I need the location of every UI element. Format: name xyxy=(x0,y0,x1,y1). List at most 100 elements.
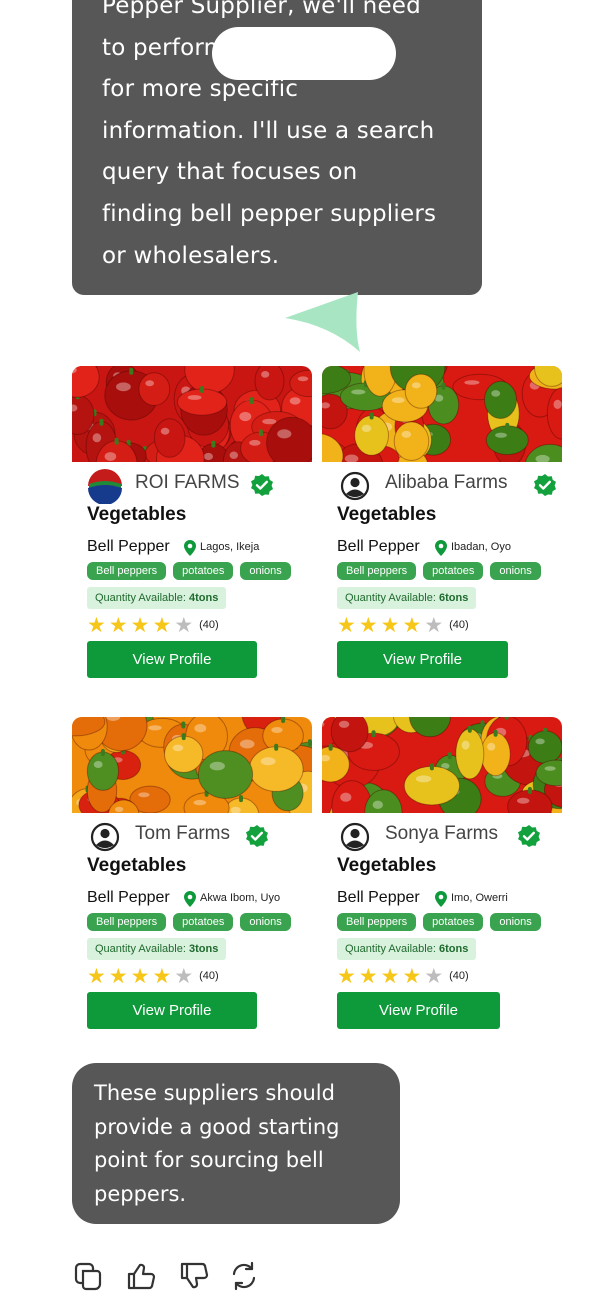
star-icon: ★ xyxy=(130,964,150,988)
mixed-bell-peppers-photo xyxy=(322,717,562,813)
star-icon: ★ xyxy=(87,964,106,988)
product-tag: onions xyxy=(240,562,291,580)
star-icon: ★ xyxy=(174,613,194,637)
location-pin-icon xyxy=(184,891,196,907)
star-icon: ★ xyxy=(358,613,378,637)
tag-list: Bell peppers potatoes onions xyxy=(337,562,541,580)
location-text: Imo, Owerri xyxy=(451,892,508,904)
copy-icon[interactable] xyxy=(72,1260,104,1292)
location-text: Akwa Ibom, Uyo xyxy=(200,892,281,904)
mixed-bell-peppers-photo xyxy=(322,366,562,462)
star-icon: ★ xyxy=(380,613,400,637)
message-line: or wholesalers. xyxy=(102,242,280,269)
review-count: (40) xyxy=(199,970,219,982)
message-line: point for sourcing bell xyxy=(94,1148,324,1172)
farm-name: ROI FARMS xyxy=(135,472,240,493)
verified-badge-icon xyxy=(517,824,541,848)
category-label: Vegetables xyxy=(87,855,187,876)
user-avatar-icon xyxy=(337,819,373,855)
product-tag: Bell peppers xyxy=(337,913,417,931)
message-line: Pepper Supplier, we'll need xyxy=(102,0,421,19)
tag-list: Bell peppers potatoes onions xyxy=(87,913,291,931)
review-count: (40) xyxy=(199,619,219,631)
farm-name: Alibaba Farms xyxy=(385,472,508,493)
farm-name: Tom Farms xyxy=(135,823,230,844)
rating-stars: ★ ★ ★ ★ ★ (40) xyxy=(87,965,219,987)
orange-bell-peppers-photo xyxy=(72,717,312,813)
product-tag: potatoes xyxy=(173,913,234,931)
user-avatar-icon xyxy=(87,819,123,855)
roi-farms-logo xyxy=(87,468,123,505)
assistant-message-bottom: These suppliers should provide a good st… xyxy=(72,1063,400,1224)
regenerate-icon[interactable] xyxy=(228,1260,260,1292)
message-line: peppers. xyxy=(94,1181,187,1206)
star-icon: ★ xyxy=(402,613,422,637)
location-pin-icon xyxy=(435,540,447,556)
product-name: Bell Pepper xyxy=(337,538,420,555)
category-label: Vegetables xyxy=(87,504,187,525)
rating-stars: ★ ★ ★ ★ ★ (40) xyxy=(337,965,469,987)
rating-stars: ★ ★ ★ ★ ★ (40) xyxy=(87,614,219,636)
star-icon: ★ xyxy=(174,964,194,988)
product-tag: Bell peppers xyxy=(87,562,167,580)
product-tag: Bell peppers xyxy=(337,562,417,580)
product-tag: potatoes xyxy=(423,562,484,580)
view-profile-button[interactable]: View Profile xyxy=(87,641,257,678)
star-icon: ★ xyxy=(337,964,356,988)
star-icon: ★ xyxy=(424,964,444,988)
category-label: Vegetables xyxy=(337,504,437,525)
star-icon: ★ xyxy=(337,613,356,637)
supplier-card: Alibaba Farms Vegetables Bell Pepper Iba… xyxy=(322,366,562,686)
tag-list: Bell peppers potatoes onions xyxy=(87,562,291,580)
product-tag: onions xyxy=(240,913,291,931)
review-count: (40) xyxy=(449,970,469,982)
message-line: provide a good starting xyxy=(94,1114,340,1139)
product-name: Bell Pepper xyxy=(87,889,170,906)
location-pin-icon xyxy=(184,540,196,556)
product-tag: potatoes xyxy=(423,913,484,931)
location-pin-icon xyxy=(435,891,447,907)
tag-list: Bell peppers potatoes onions xyxy=(337,913,541,931)
thumbs-down-icon[interactable] xyxy=(178,1260,210,1292)
quantity-badge: Quantity Available: 6tons xyxy=(337,587,477,609)
supplier-card: Sonya Farms Vegetables Bell Pepper Imo, … xyxy=(322,717,562,1037)
product-tag: onions xyxy=(490,913,541,931)
quantity-badge: Quantity Available: 3tons xyxy=(87,938,227,960)
star-icon: ★ xyxy=(130,613,150,637)
review-count: (40) xyxy=(449,619,469,631)
location-text: Ibadan, Oyo xyxy=(451,541,511,553)
verified-badge-icon xyxy=(245,824,269,848)
star-icon: ★ xyxy=(108,613,128,637)
view-profile-button[interactable]: View Profile xyxy=(87,992,257,1029)
message-line: information. I'll use a search xyxy=(102,117,435,144)
product-name: Bell Pepper xyxy=(87,538,170,555)
rating-stars: ★ ★ ★ ★ ★ (40) xyxy=(337,614,469,636)
star-icon: ★ xyxy=(402,964,422,988)
star-icon: ★ xyxy=(424,613,444,637)
view-profile-button[interactable]: View Profile xyxy=(337,992,500,1029)
location-text: Lagos, Ikeja xyxy=(200,541,260,553)
farm-name: Sonya Farms xyxy=(385,823,498,844)
message-line: These suppliers should xyxy=(94,1081,335,1105)
verified-badge-icon xyxy=(533,473,557,497)
product-tag: onions xyxy=(490,562,541,580)
thumbs-up-icon[interactable] xyxy=(125,1260,157,1292)
message-line: query that focuses on xyxy=(102,159,358,186)
user-avatar-icon xyxy=(337,468,373,504)
star-icon: ★ xyxy=(380,964,400,988)
product-name: Bell Pepper xyxy=(337,889,420,906)
redaction-box xyxy=(212,27,396,80)
star-icon: ★ xyxy=(152,613,172,637)
speech-tail-shape xyxy=(285,292,360,352)
supplier-card: Tom Farms Vegetables Bell Pepper Akwa Ib… xyxy=(72,717,312,1037)
star-icon: ★ xyxy=(358,964,378,988)
product-tag: Bell peppers xyxy=(87,913,167,931)
supplier-card: ROI FARMS Vegetables Bell Pepper Lagos, … xyxy=(72,366,312,686)
product-tag: potatoes xyxy=(173,562,234,580)
verified-badge-icon xyxy=(250,473,274,497)
star-icon: ★ xyxy=(152,964,172,988)
quantity-badge: Quantity Available: 4tons xyxy=(87,587,227,609)
star-icon: ★ xyxy=(87,613,106,637)
message-line: finding bell pepper suppliers xyxy=(102,200,437,227)
view-profile-button[interactable]: View Profile xyxy=(337,641,508,678)
